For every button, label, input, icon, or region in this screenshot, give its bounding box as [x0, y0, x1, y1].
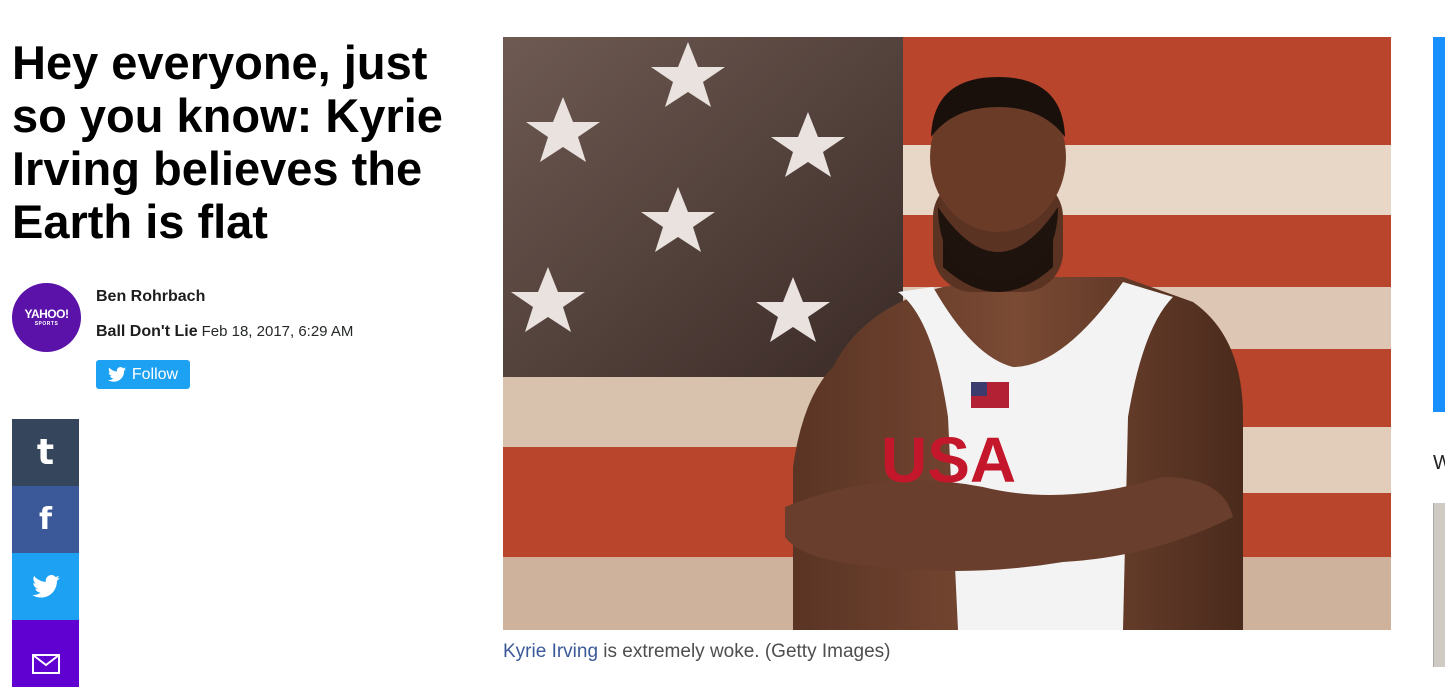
publish-date: Feb 18, 2017, 6:29 AM [201, 323, 354, 340]
follow-label: Follow [131, 365, 179, 383]
mail-icon [31, 653, 60, 674]
yahoo-sports-logo: YAHOO! [24, 306, 69, 321]
twitter-icon [31, 575, 60, 598]
right-rail-thumbnail[interactable] [1433, 503, 1445, 667]
share-twitter-button[interactable] [12, 553, 79, 620]
yahoo-sports-logo-sub: SPORTS [34, 320, 59, 327]
article-headline: Hey everyone, just so you know: Kyrie Ir… [12, 36, 443, 248]
hero-photo-illustration: USA [503, 37, 1391, 630]
right-rail-heading: W [1433, 452, 1445, 474]
right-rail-ad[interactable] [1433, 37, 1445, 412]
byline: Ball Don't Lie Feb 18, 2017, 6:29 AM [96, 323, 353, 341]
author-avatar[interactable]: YAHOO! SPORTS [12, 283, 81, 352]
facebook-icon: f [38, 501, 53, 537]
caption-text: is extremely woke. (Getty Images) [598, 641, 891, 662]
hero-caption: Kyrie Irving is extremely woke. (Getty I… [503, 641, 891, 663]
provider-name[interactable]: Ball Don't Lie [96, 323, 198, 340]
share-tumblr-button[interactable]: t [12, 419, 79, 486]
share-facebook-button[interactable]: f [12, 486, 79, 553]
tumblr-icon: t [36, 431, 55, 473]
hero-image[interactable]: USA [503, 37, 1391, 630]
twitter-bird-icon [107, 367, 126, 382]
twitter-follow-button[interactable]: Follow [96, 360, 190, 389]
share-mail-button[interactable] [12, 620, 79, 687]
jersey-text: USA [881, 424, 1016, 496]
author-name[interactable]: Ben Rohrbach [96, 288, 205, 306]
caption-player-link[interactable]: Kyrie Irving [503, 641, 598, 662]
